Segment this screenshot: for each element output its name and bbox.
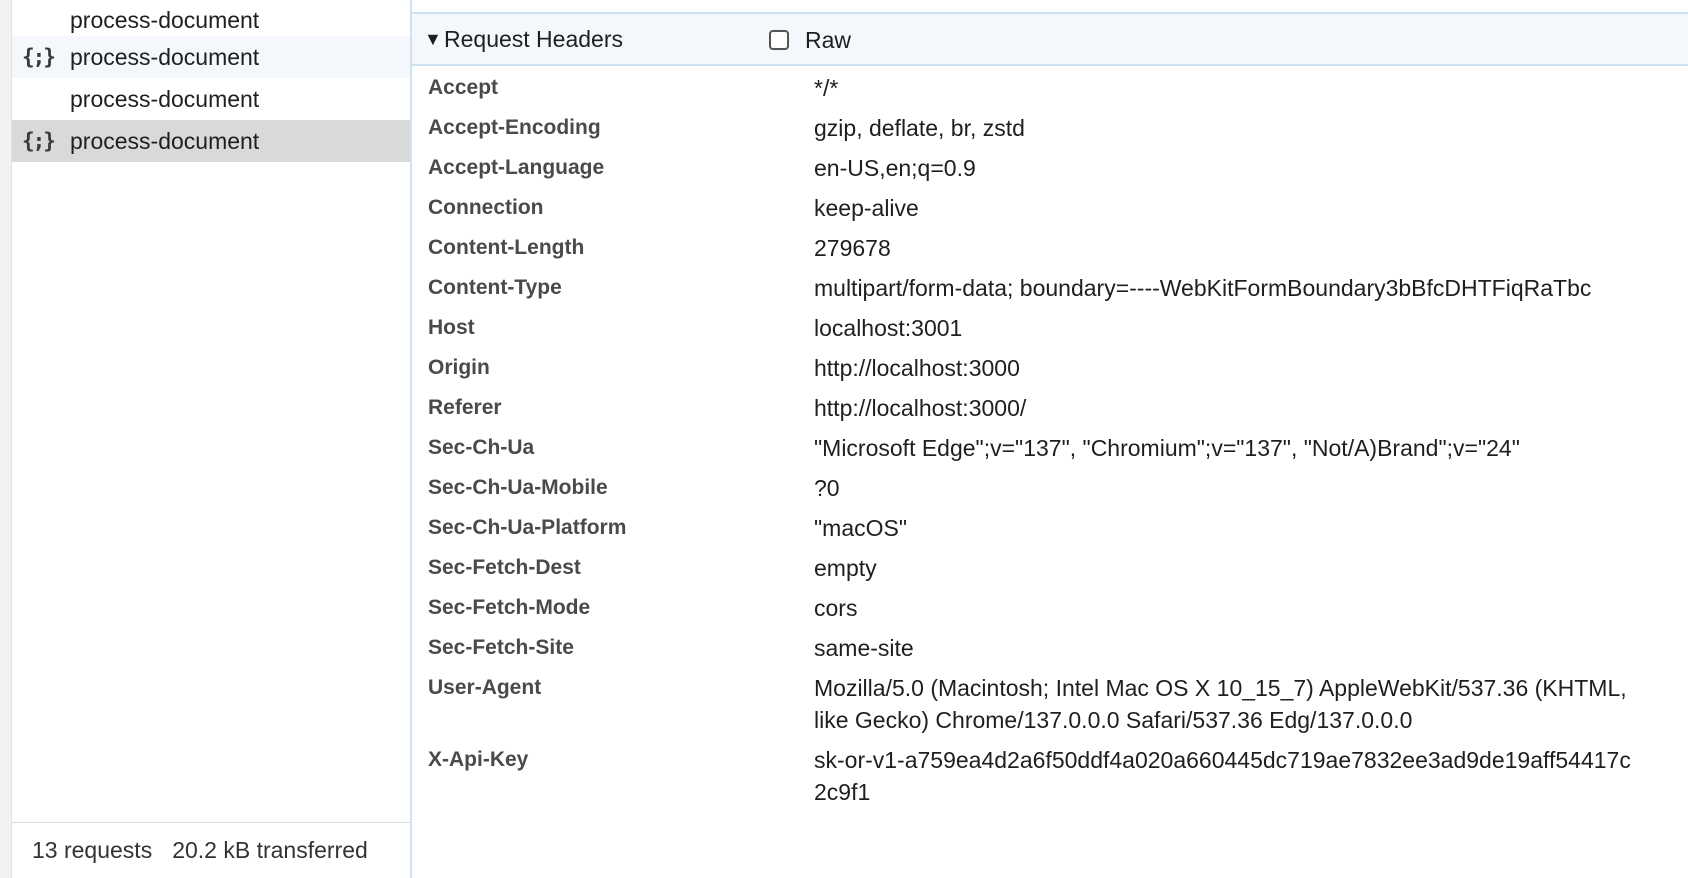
request-count: 13 requests	[32, 837, 153, 863]
header-name: User-Agent	[428, 676, 542, 699]
header-value[interactable]: */*	[814, 72, 1634, 104]
header-value[interactable]: ?0	[814, 472, 1634, 504]
raw-label: Raw	[805, 26, 852, 53]
header-row: Sec-Ch-Ua "Microsoft Edge";v="137", "Chro…	[412, 432, 1688, 464]
transferred-size: 20.2 kB transferred	[172, 837, 368, 863]
header-value[interactable]: empty	[814, 552, 1634, 584]
section-title: Request Headers	[444, 25, 623, 52]
disclosure-triangle-icon[interactable]: ▼	[424, 29, 442, 50]
request-item[interactable]: process-document	[12, 0, 410, 36]
headers-panel: ▼ Request Headers Raw Accept */* Accept-En…	[412, 0, 1688, 878]
header-name: Referer	[428, 396, 502, 419]
header-row: Origin http://localhost:3000	[412, 352, 1688, 384]
header-value[interactable]: 279678	[814, 232, 1634, 264]
header-row: Connection keep-alive	[412, 192, 1688, 224]
request-list: process-document {;} process-document pr…	[12, 0, 410, 162]
raw-checkbox[interactable]	[769, 30, 789, 50]
header-name: X-Api-Key	[428, 748, 529, 771]
header-name: Accept-Language	[428, 156, 605, 179]
header-value[interactable]: "Microsoft Edge";v="137", "Chromium";v="…	[814, 432, 1634, 464]
header-name: Sec-Ch-Ua	[428, 436, 535, 459]
request-item[interactable]: process-document	[12, 78, 410, 120]
header-value[interactable]: localhost:3001	[814, 312, 1634, 344]
header-name: Sec-Ch-Ua-Platform	[428, 516, 627, 539]
header-row: Content-Length 279678	[412, 232, 1688, 264]
header-row: Sec-Fetch-Dest empty	[412, 552, 1688, 584]
header-name: Content-Type	[428, 276, 562, 299]
header-value[interactable]: sk-or-v1-a759ea4d2a6f50ddf4a020a660445dc…	[814, 744, 1634, 808]
header-value[interactable]: gzip, deflate, br, zstd	[814, 112, 1634, 144]
header-row: X-Api-Key sk-or-v1-a759ea4d2a6f50ddf4a020…	[412, 744, 1688, 808]
request-name: process-document	[70, 85, 260, 112]
header-name: Sec-Fetch-Mode	[428, 596, 591, 619]
request-sidebar: process-document {;} process-document pr…	[12, 0, 412, 878]
headers-table: Accept */* Accept-Encoding gzip, deflate, b…	[412, 72, 1688, 816]
header-row: Sec-Ch-Ua-Mobile ?0	[412, 472, 1688, 504]
header-row: Content-Type multipart/form-data; boundar…	[412, 272, 1688, 304]
header-value[interactable]: en-US,en;q=0.9	[814, 152, 1634, 184]
raw-toggle[interactable]: Raw	[769, 14, 851, 66]
sidebar-footer: 13 requests 20.2 kB transferred	[12, 822, 410, 878]
header-name: Accept	[428, 76, 499, 99]
header-value[interactable]: "macOS"	[814, 512, 1634, 544]
request-item-selected[interactable]: {;} process-document	[12, 120, 410, 162]
header-row: Accept-Language en-US,en;q=0.9	[412, 152, 1688, 184]
left-gutter	[0, 0, 12, 878]
header-row: Sec-Ch-Ua-Platform "macOS"	[412, 512, 1688, 544]
header-value[interactable]: same-site	[814, 632, 1634, 664]
header-value[interactable]: Mozilla/5.0 (Macintosh; Intel Mac OS X 1…	[814, 672, 1634, 736]
json-icon: {;}	[22, 129, 56, 153]
header-name: Sec-Fetch-Site	[428, 636, 574, 659]
request-headers-section-header[interactable]: ▼ Request Headers Raw	[412, 14, 1688, 66]
json-icon: {;}	[22, 45, 56, 69]
header-value[interactable]: cors	[814, 592, 1634, 624]
header-row: Sec-Fetch-Site same-site	[412, 632, 1688, 664]
request-name: process-document	[70, 7, 260, 33]
header-name: Accept-Encoding	[428, 116, 601, 139]
header-row: Sec-Fetch-Mode cors	[412, 592, 1688, 624]
header-name: Content-Length	[428, 236, 585, 259]
header-name: Origin	[428, 356, 490, 379]
request-name: process-document	[70, 43, 260, 70]
header-row: Host localhost:3001	[412, 312, 1688, 344]
header-row: Accept */*	[412, 72, 1688, 104]
request-item[interactable]: {;} process-document	[12, 36, 410, 78]
header-value[interactable]: http://localhost:3000	[814, 352, 1634, 384]
header-name: Connection	[428, 196, 544, 219]
header-value[interactable]: http://localhost:3000/	[814, 392, 1634, 424]
header-name: Sec-Ch-Ua-Mobile	[428, 476, 608, 499]
header-row: Referer http://localhost:3000/	[412, 392, 1688, 424]
header-name: Sec-Fetch-Dest	[428, 556, 581, 579]
header-row: Accept-Encoding gzip, deflate, br, zstd	[412, 112, 1688, 144]
header-row: User-Agent Mozilla/5.0 (Macintosh; Intel …	[412, 672, 1688, 736]
header-value[interactable]: multipart/form-data; boundary=----WebKit…	[814, 272, 1634, 304]
network-inspector: process-document {;} process-document pr…	[0, 0, 1688, 878]
header-value[interactable]: keep-alive	[814, 192, 1634, 224]
header-name: Host	[428, 316, 475, 339]
request-name: process-document	[70, 127, 260, 154]
